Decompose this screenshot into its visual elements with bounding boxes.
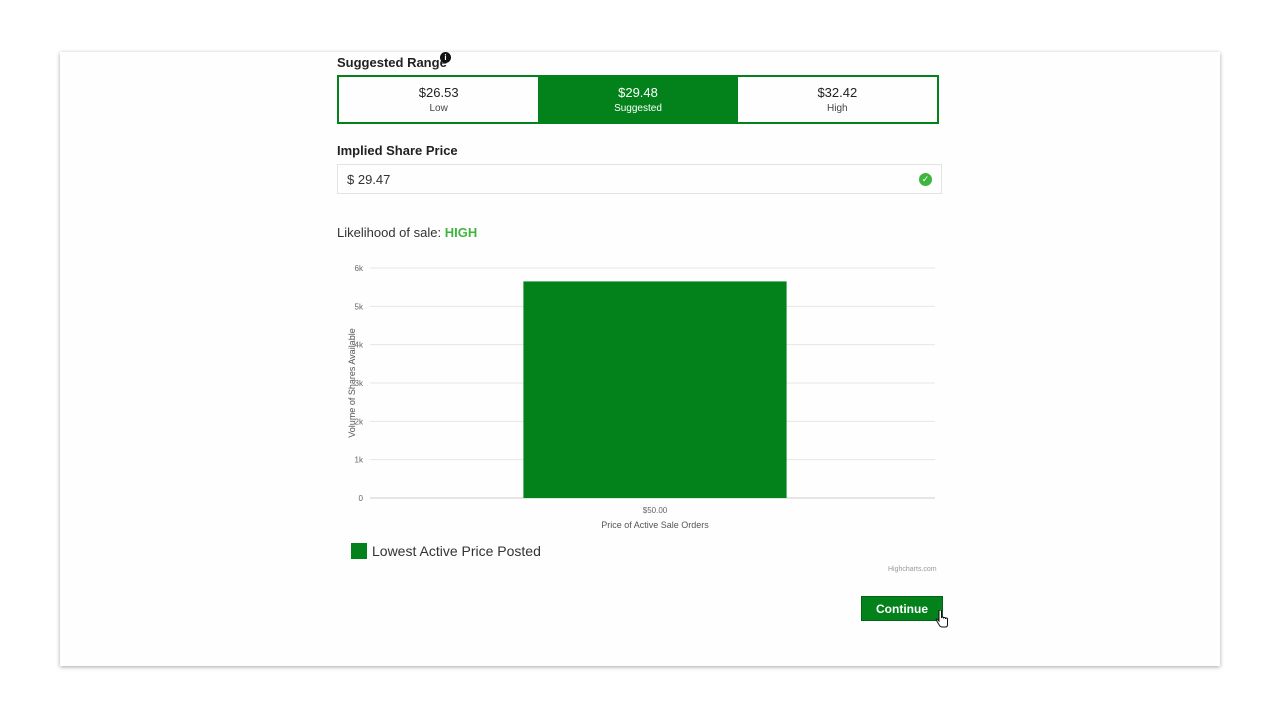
range-low-value: $26.53 [418,85,459,100]
implied-share-price-input[interactable]: $ 29.47 ✓ [337,164,942,194]
suggested-range-label: Suggested Range [337,55,447,70]
range-option-suggested[interactable]: $29.48 Suggested [538,77,738,122]
legend-label: Lowest Active Price Posted [372,543,541,559]
range-low-label: Low [429,103,448,114]
range-option-low[interactable]: $26.53 Low [339,77,538,122]
y-tick-label: 5k [355,302,364,311]
implied-share-price-label: Implied Share Price [337,143,458,158]
pointer-cursor-icon [935,610,948,628]
range-high-value: $32.42 [817,85,858,100]
likelihood-label: Likelihood of sale: [337,225,442,240]
range-option-high[interactable]: $32.42 High [738,77,937,122]
x-tick-label: $50.00 [643,506,668,515]
range-high-label: High [827,103,848,114]
likelihood-of-sale: Likelihood of sale: HIGH [337,225,477,240]
y-tick-label: 6k [355,264,364,273]
suggested-range-selector: $26.53 Low $29.48 Suggested $32.42 High [337,75,939,124]
implied-share-price-value: $ 29.47 [347,171,391,187]
continue-button[interactable]: Continue [861,596,943,621]
range-suggested-value: $29.48 [618,85,658,100]
y-tick-label: 0 [359,494,364,503]
x-axis-title: Price of Active Sale Orders [601,520,709,530]
order-card: Suggested Range i $26.53 Low $29.48 Sugg… [60,52,1220,666]
y-axis-title: Volume of Shares Available [347,328,357,437]
y-tick-label: 1k [355,456,364,465]
range-suggested-label: Suggested [614,103,662,114]
chart-legend[interactable]: Lowest Active Price Posted [351,543,541,559]
volume-chart: 01k2k3k4k5k6k$50.00Price of Active Sale … [347,264,935,530]
legend-swatch [351,543,367,559]
bar [523,281,787,498]
chart-credits[interactable]: Highcharts.com [888,566,937,573]
check-circle-icon: ✓ [919,173,932,186]
info-icon[interactable]: i [440,52,451,63]
likelihood-value: HIGH [444,225,478,240]
